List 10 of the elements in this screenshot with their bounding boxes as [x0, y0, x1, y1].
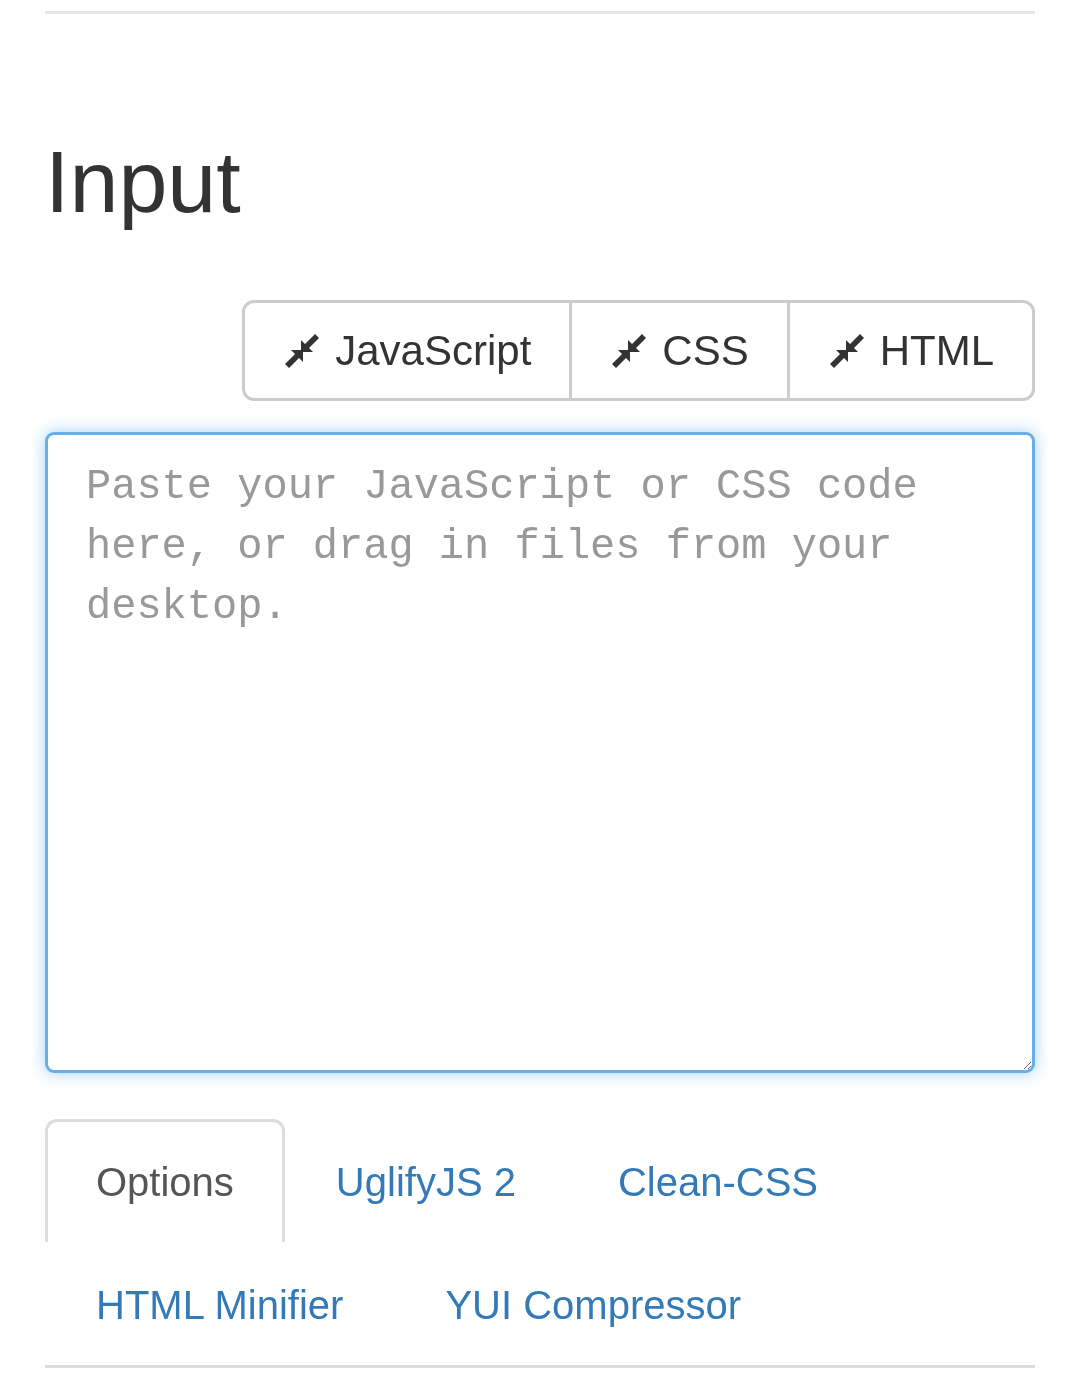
minify-button[interactable]: CSS — [569, 300, 790, 401]
tab[interactable]: Clean-CSS — [566, 1119, 869, 1242]
tab[interactable]: HTML Minifier — [45, 1242, 395, 1365]
tab[interactable]: YUI Compressor — [394, 1242, 793, 1365]
tab[interactable]: UglifyJS 2 — [284, 1119, 567, 1242]
tab[interactable]: Options — [45, 1119, 285, 1242]
compress-icon — [610, 331, 649, 370]
section-heading: Input — [45, 132, 242, 232]
compress-icon — [283, 331, 322, 370]
code-input-field[interactable]: Paste your JavaScript or CSS code here, or drag in files from your desktop. — [45, 432, 1035, 1073]
